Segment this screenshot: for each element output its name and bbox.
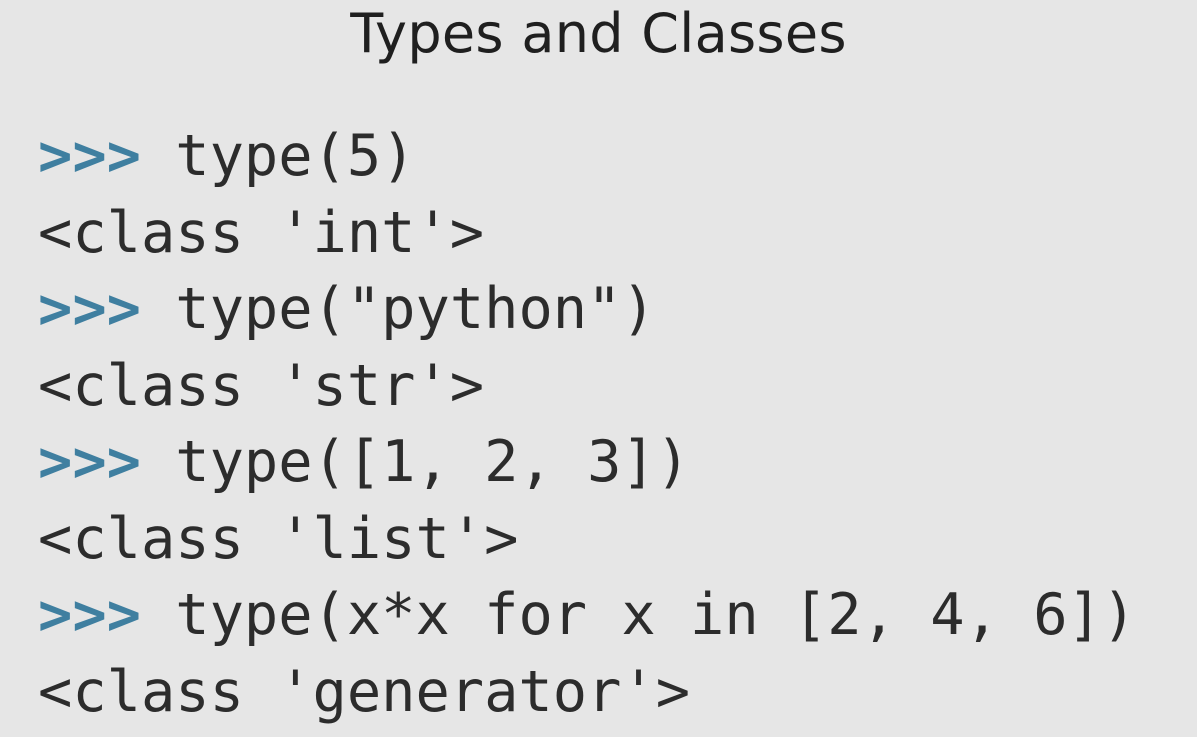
input-text: type(5) xyxy=(175,123,416,189)
code-input-line: >>> type([1, 2, 3]) xyxy=(38,424,1188,501)
slide-title: Types and Classes xyxy=(350,2,847,65)
code-block: >>> type(5) <class 'int'> >>> type("pyth… xyxy=(38,118,1188,730)
code-output-line: <class 'generator'> xyxy=(38,654,1188,731)
code-output-line: <class 'list'> xyxy=(38,501,1188,578)
input-text: type("python") xyxy=(175,276,656,342)
prompt-marker: >>> xyxy=(38,429,141,495)
output-text: <class 'str'> xyxy=(38,352,485,419)
input-text: type([1, 2, 3]) xyxy=(175,429,691,495)
code-output-line: <class 'int'> xyxy=(38,195,1188,272)
code-output-line: <class 'str'> xyxy=(38,348,1188,425)
output-text: <class 'int'> xyxy=(38,199,485,266)
input-text: type(x*x for x in [2, 4, 6]) xyxy=(175,582,1137,648)
code-input-line: >>> type(5) xyxy=(38,118,1188,195)
prompt-marker: >>> xyxy=(38,276,141,342)
code-input-line: >>> type("python") xyxy=(38,271,1188,348)
prompt-marker: >>> xyxy=(38,123,141,189)
prompt-marker: >>> xyxy=(38,582,141,648)
output-text: <class 'generator'> xyxy=(38,658,691,725)
code-input-line: >>> type(x*x for x in [2, 4, 6]) xyxy=(38,577,1188,654)
slide: Types and Classes >>> type(5) <class 'in… xyxy=(0,0,1197,737)
output-text: <class 'list'> xyxy=(38,505,519,572)
